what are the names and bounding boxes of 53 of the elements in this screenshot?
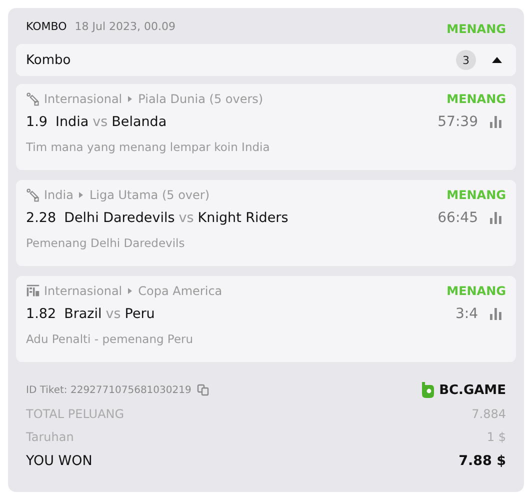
copy-icon[interactable] <box>197 384 210 396</box>
count-badge: 3 <box>456 50 476 70</box>
stats-icon[interactable] <box>490 308 502 320</box>
ticket-id: ID Tiket: 2292771075681030219 <box>26 384 192 396</box>
home-team: Delhi Daredevils <box>64 210 175 226</box>
game-logo-icon <box>26 284 40 298</box>
league-link[interactable]: Liga Utama (5 over) <box>89 188 210 202</box>
cricket-bat-icon <box>26 92 40 106</box>
summary-label: YOU WON <box>26 453 92 469</box>
brand-logo-icon <box>421 381 436 399</box>
bet-type: KOMBO <box>26 20 67 32</box>
market-text: Pemenang Delhi Daredevils <box>26 236 186 250</box>
chevron-icon <box>79 192 84 198</box>
market-text: Tim mana yang menang lempar koin India <box>26 140 271 154</box>
category-link[interactable]: Internasional <box>44 284 122 298</box>
chevron-icon <box>128 96 132 102</box>
vs-label: vs <box>106 306 121 322</box>
vs-label: vs <box>178 210 194 226</box>
brand-name: BC.GAME <box>439 382 506 398</box>
odds: 2.28 <box>26 210 56 226</box>
combo-title: Kombo <box>26 52 71 68</box>
combo-bar[interactable]: Kombo 3 <box>16 44 516 76</box>
summary-value: 7.884 <box>472 406 506 420</box>
away-team: Knight Riders <box>198 210 288 226</box>
odds: 1.9 <box>26 114 48 130</box>
away-team: Belanda <box>112 114 167 130</box>
league-link[interactable]: Piala Dunia (5 overs) <box>138 92 264 106</box>
selection-status: MENANG <box>446 188 506 202</box>
bet-date: 18 Jul 2023, 00.09 <box>74 20 176 32</box>
score: 57:39 <box>438 114 478 130</box>
stats-icon[interactable] <box>490 116 502 128</box>
summary-label: Taruhan <box>26 430 74 444</box>
score: 66:45 <box>438 210 478 226</box>
chevron-icon <box>128 288 132 294</box>
away-team: Peru <box>124 306 155 322</box>
category-link[interactable]: Internasional <box>44 92 122 106</box>
category-link[interactable]: India <box>44 188 74 202</box>
selection-status: MENANG <box>446 92 506 106</box>
market-text: Adu Penalti - pemenang Peru <box>26 332 194 346</box>
summary-value: 7.88 $ <box>458 453 506 469</box>
vs-label: vs <box>92 114 108 130</box>
summary-value: 1 $ <box>486 430 506 444</box>
caret-icon[interactable] <box>492 57 502 63</box>
bet-status: MENANG <box>446 22 506 36</box>
odds: 1.82 <box>26 306 56 322</box>
cricket-bat-icon <box>26 188 40 202</box>
summary-label: TOTAL PELUANG <box>26 406 124 420</box>
score: 3:4 <box>455 306 478 322</box>
league-link[interactable]: Copa America <box>138 284 222 298</box>
home-team: India <box>55 114 89 130</box>
home-team: Brazil <box>64 306 102 322</box>
selection-status: MENANG <box>446 284 506 298</box>
stats-icon[interactable] <box>490 212 502 224</box>
